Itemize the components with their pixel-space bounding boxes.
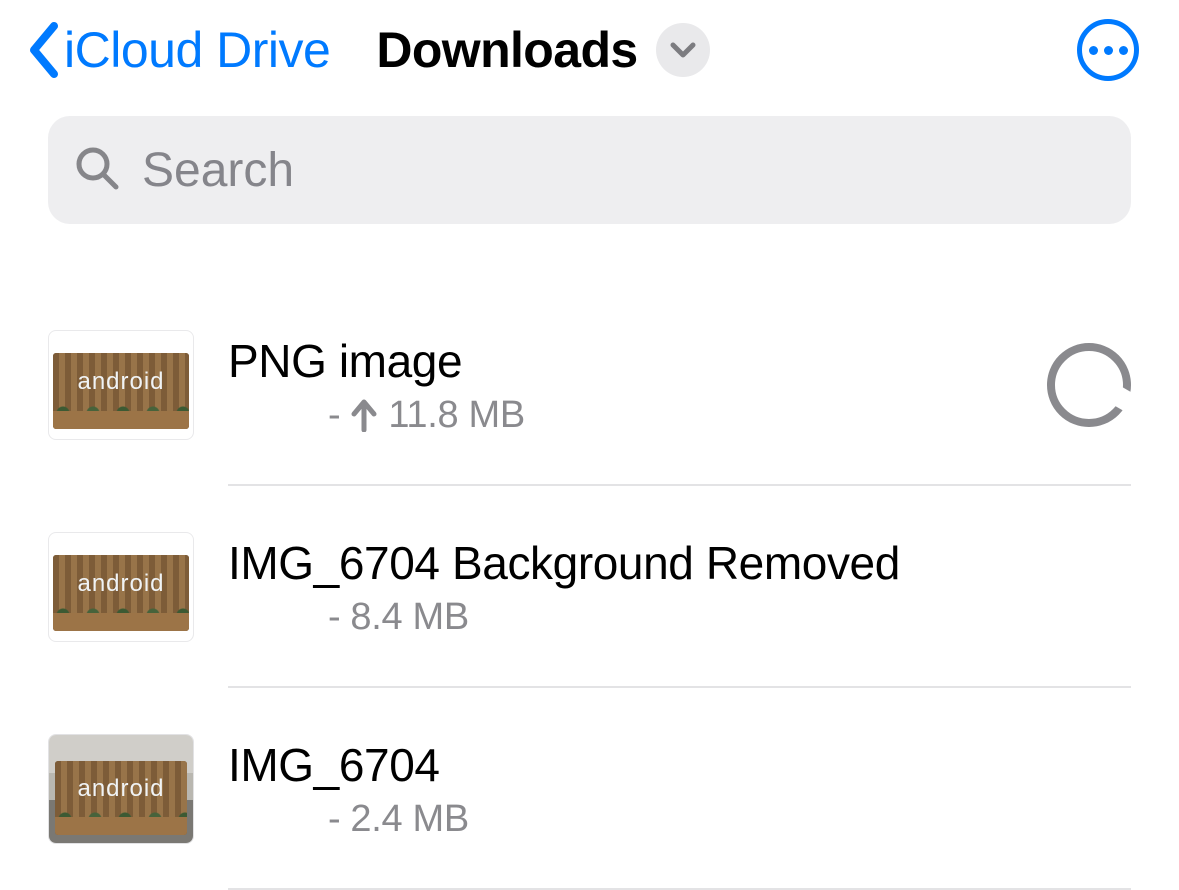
divider [228,686,1131,688]
chevron-down-icon [656,23,710,77]
ellipsis-icon [1104,46,1113,55]
file-row[interactable]: android IMG_6704 Background Removed -8.4 M… [0,506,1179,666]
file-thumbnail: android [48,734,194,844]
search-container [0,96,1179,224]
page-title: Downloads [376,21,637,79]
file-row[interactable]: android IMG_6704 -2.4 MB [0,708,1179,868]
file-row[interactable]: android PNG image -11.8 MB [0,304,1179,464]
file-name: PNG image [228,334,1031,388]
file-name: IMG_6704 Background Removed [228,536,1135,590]
file-meta: -2.4 MB [228,798,1135,841]
search-icon [74,145,120,196]
back-button[interactable]: iCloud Drive [26,21,330,79]
chevron-left-icon [26,22,60,78]
sync-progress-icon [1047,343,1131,427]
file-thumbnail: android [48,532,194,642]
file-text: IMG_6704 -2.4 MB [228,738,1135,841]
ellipsis-icon [1089,46,1098,55]
nav-bar: iCloud Drive Downloads [0,0,1179,96]
folder-title-button[interactable]: Downloads [376,21,709,79]
file-meta: -11.8 MB [228,394,1031,437]
upload-arrow-icon [350,398,378,432]
file-size: 11.8 MB [388,394,525,437]
ellipsis-icon [1119,46,1128,55]
file-text: PNG image -11.8 MB [228,334,1031,437]
file-list: android PNG image -11.8 MB android IMG_6704 … [0,224,1179,868]
file-name: IMG_6704 [228,738,1135,792]
back-label: iCloud Drive [64,21,330,79]
file-thumbnail: android [48,330,194,440]
file-text: IMG_6704 Background Removed -8.4 MB [228,536,1135,639]
divider [228,484,1131,486]
file-size: 2.4 MB [350,798,469,841]
file-meta: -8.4 MB [228,596,1135,639]
more-options-button[interactable] [1077,19,1139,81]
search-input[interactable] [142,143,1105,198]
search-field[interactable] [48,116,1131,224]
file-size: 8.4 MB [350,596,469,639]
